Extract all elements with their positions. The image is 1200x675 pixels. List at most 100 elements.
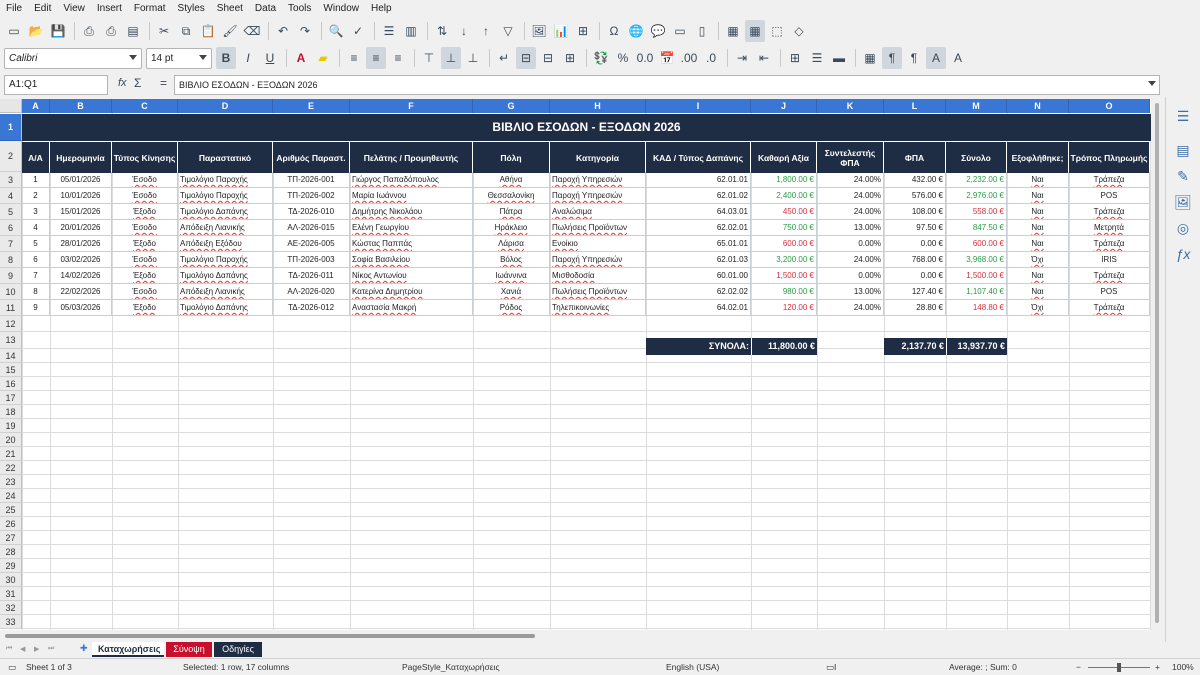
totals-total-cell[interactable]: 13,937.70 €	[946, 338, 1007, 355]
styles-icon[interactable]: ✎	[1174, 167, 1192, 185]
row-header-26[interactable]: 26	[0, 517, 22, 531]
table-cell[interactable]: 5	[22, 236, 50, 252]
table-cell[interactable]: 7	[22, 268, 50, 284]
row-header-28[interactable]: 28	[0, 545, 22, 559]
align-middle-icon[interactable]: ⊥	[441, 47, 461, 69]
table-cell[interactable]: Γιώργος Παπαδόπουλος	[350, 172, 473, 188]
hyperlink-icon[interactable]: 🌐	[626, 20, 646, 42]
table-cell[interactable]: Μετρητά	[1069, 220, 1150, 236]
row-header-22[interactable]: 22	[0, 461, 22, 475]
table-cell[interactable]: ΤΠ-2026-001	[273, 172, 350, 188]
selection-mode-icon[interactable]: ▭I	[826, 662, 836, 673]
table-cell[interactable]: 2,400.00 €	[751, 188, 817, 204]
column-title-i[interactable]: ΚΑΔ / Τύπος Δαπάνης	[646, 142, 751, 173]
horizontal-scroll-thumb[interactable]	[5, 634, 535, 638]
increase-indent-icon[interactable]: ⇥	[732, 47, 752, 69]
table-cell[interactable]: Τηλεπικοινωνίες	[550, 300, 646, 316]
table-cell[interactable]: 24.00%	[817, 172, 884, 188]
row-header-31[interactable]: 31	[0, 587, 22, 601]
table-cell[interactable]: Έσοδο	[112, 220, 178, 236]
table-cell[interactable]: Ενοίκιο	[550, 236, 646, 252]
formula-input[interactable]: ΒΙΒΛΙΟ ΕΣΟΔΩΝ - ΕΞΟΔΩΝ 2026	[174, 75, 1160, 95]
table-cell[interactable]: Βόλος	[473, 252, 550, 268]
table-cell[interactable]: 2,976.00 €	[946, 188, 1007, 204]
table-cell[interactable]: 1,800.00 €	[751, 172, 817, 188]
comment-icon[interactable]: 💬	[648, 20, 668, 42]
table-cell[interactable]: POS	[1069, 284, 1150, 300]
column-title-k[interactable]: Συντελεστής ΦΠΑ	[817, 142, 884, 173]
table-cell[interactable]: Δημήτρης Νικολάου	[350, 204, 473, 220]
clear-formatting-icon[interactable]: ⌫	[242, 20, 262, 42]
table-cell[interactable]: Έσοδο	[112, 172, 178, 188]
column-title-e[interactable]: Αριθμός Παραστ.	[273, 142, 350, 173]
name-box[interactable]: A1:Q1	[4, 75, 108, 95]
menu-item-data[interactable]: Data	[255, 3, 276, 14]
row-header-10[interactable]: 10	[0, 284, 22, 300]
table-cell[interactable]: 22/02/2026	[50, 284, 112, 300]
menu-item-format[interactable]: Format	[134, 3, 166, 14]
table-cell[interactable]: Πάτρα	[473, 204, 550, 220]
table-cell[interactable]: 980.00 €	[751, 284, 817, 300]
open-icon[interactable]: 📂	[26, 20, 46, 42]
table-cell[interactable]: Μαρία Ιωάννου	[350, 188, 473, 204]
sheet-title-cell[interactable]: ΒΙΒΛΙΟ ΕΣΟΔΩΝ - ΕΞΟΔΩΝ 2026	[22, 114, 1151, 141]
table-cell[interactable]: ΤΔ-2026-011	[273, 268, 350, 284]
text-direction-horizontal-icon[interactable]: A	[926, 47, 946, 69]
column-title-j[interactable]: Καθαρή Αξία	[751, 142, 817, 173]
table-cell[interactable]: 2	[22, 188, 50, 204]
spelling-icon[interactable]: ✓	[348, 20, 368, 42]
menu-item-file[interactable]: File	[6, 3, 22, 14]
table-cell[interactable]: 3,200.00 €	[751, 252, 817, 268]
redo-icon[interactable]: ↷	[295, 20, 315, 42]
headers-footers-icon[interactable]: ▭	[670, 20, 690, 42]
italic-button[interactable]: I	[238, 47, 258, 69]
row-header-13[interactable]: 13	[0, 332, 22, 349]
row-header-20[interactable]: 20	[0, 433, 22, 447]
table-cell[interactable]: Κατερίνα Δημητρίου	[350, 284, 473, 300]
table-cell[interactable]: Ναι	[1007, 236, 1069, 252]
table-cell[interactable]: 28.80 €	[884, 300, 946, 316]
table-cell[interactable]: 0.00 €	[884, 236, 946, 252]
table-cell[interactable]: 62.01.02	[646, 188, 751, 204]
table-cell[interactable]: Παροχή Υπηρεσιών	[550, 172, 646, 188]
table-cell[interactable]: Τράπεζα	[1069, 204, 1150, 220]
table-cell[interactable]: 14/02/2026	[50, 268, 112, 284]
vertical-scrollbar[interactable]	[1151, 99, 1163, 630]
row-header-19[interactable]: 19	[0, 419, 22, 433]
export-pdf-icon[interactable]: ⎙	[79, 20, 99, 42]
row-header-30[interactable]: 30	[0, 573, 22, 587]
row-header-4[interactable]: 4	[0, 188, 22, 204]
table-cell[interactable]: Τιμολόγιο Δαπάνης	[178, 300, 273, 316]
table-cell[interactable]: 0.00 €	[884, 268, 946, 284]
table-cell[interactable]: ΑΛ-2026-020	[273, 284, 350, 300]
conditional-format-icon[interactable]: ▦	[860, 47, 880, 69]
freeze-rows-icon[interactable]: ▦	[723, 20, 743, 42]
table-cell[interactable]: 62.01.01	[646, 172, 751, 188]
add-decimal-icon[interactable]: .00	[679, 47, 699, 69]
table-cell[interactable]: Ναι	[1007, 204, 1069, 220]
totals-net-cell[interactable]: 11,800.00 €	[751, 338, 817, 355]
border-color-icon[interactable]: ▬	[829, 47, 849, 69]
table-cell[interactable]: 3,968.00 €	[946, 252, 1007, 268]
row-header-3[interactable]: 3	[0, 172, 22, 188]
zoom-out-icon[interactable]: −	[1076, 662, 1081, 672]
date-format-icon[interactable]: 📅	[657, 47, 677, 69]
row-header-29[interactable]: 29	[0, 559, 22, 573]
font-size-box[interactable]: 14 pt	[146, 47, 212, 69]
row-header-12[interactable]: 12	[0, 316, 22, 332]
table-cell[interactable]: 1,500.00 €	[946, 268, 1007, 284]
table-cell[interactable]: Τράπεζα	[1069, 300, 1150, 316]
formula-icon[interactable]: =	[160, 76, 167, 90]
table-cell[interactable]: 65.01.01	[646, 236, 751, 252]
cut-icon[interactable]: ✂	[154, 20, 174, 42]
chevron-down-icon[interactable]	[129, 54, 137, 60]
table-cell[interactable]: Σοφία Βασιλείου	[350, 252, 473, 268]
tab-instructions[interactable]: Οδηγίες	[214, 642, 262, 657]
row-header-24[interactable]: 24	[0, 489, 22, 503]
table-cell[interactable]: Τράπεζα	[1069, 172, 1150, 188]
merge-cells-icon[interactable]: ⊟	[538, 47, 558, 69]
totals-label-cell[interactable]: ΣΥΝΟΛΑ:	[646, 338, 751, 355]
row-header-8[interactable]: 8	[0, 252, 22, 268]
table-cell[interactable]: 0.00%	[817, 236, 884, 252]
column-header-n[interactable]: N	[1007, 99, 1069, 113]
